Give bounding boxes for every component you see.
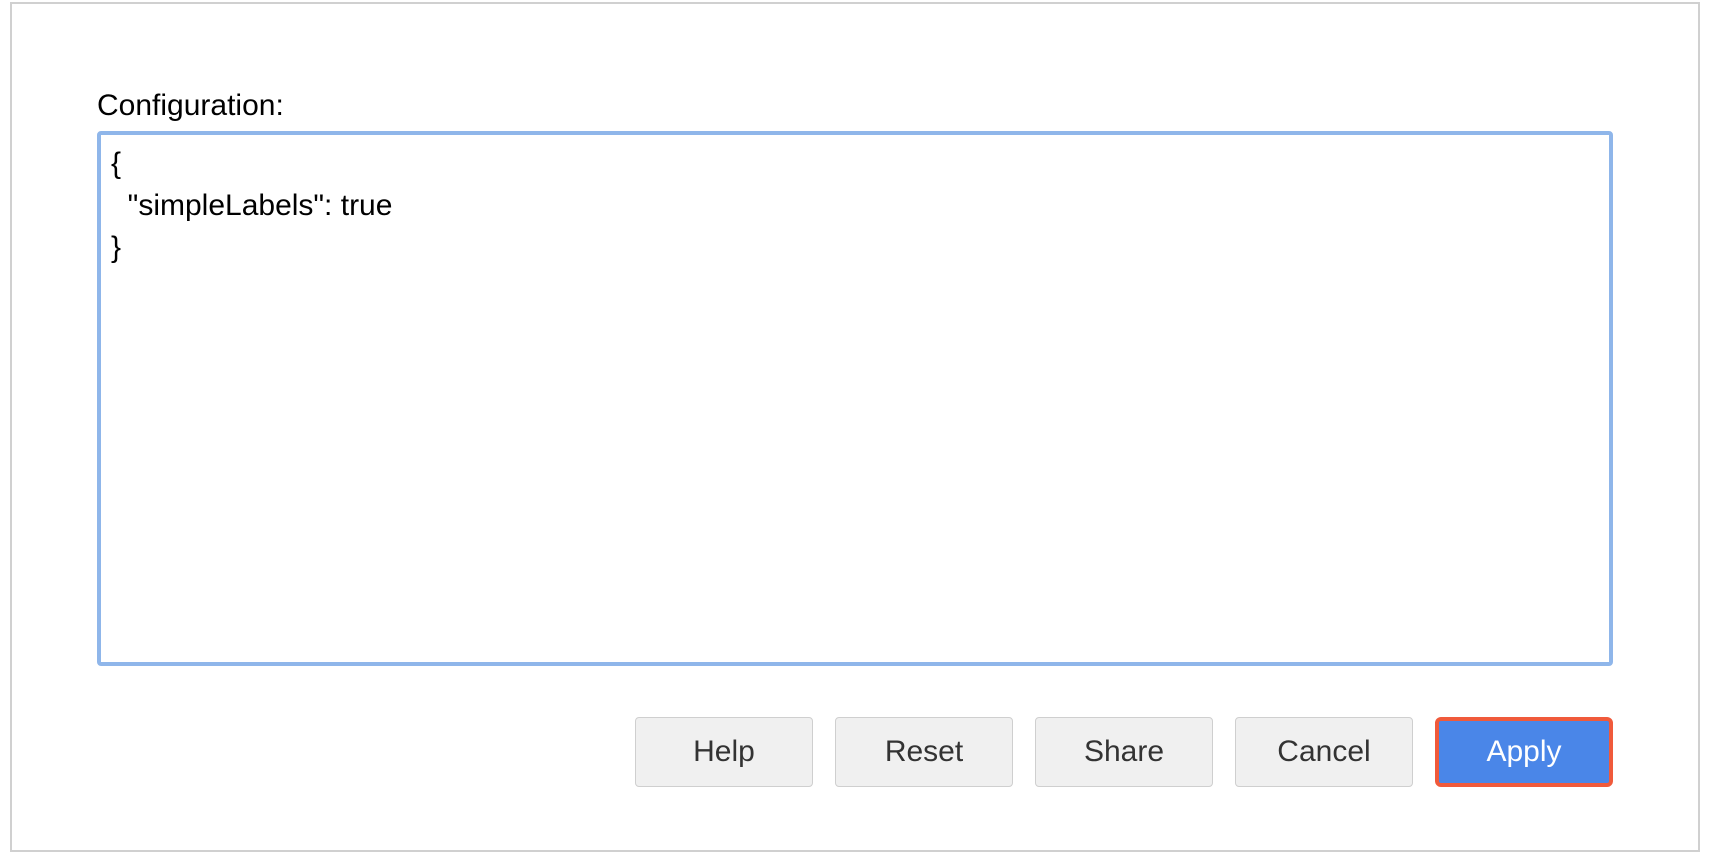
share-button[interactable]: Share (1035, 717, 1213, 787)
configuration-textarea[interactable] (97, 131, 1613, 666)
reset-button[interactable]: Reset (835, 717, 1013, 787)
configuration-label: Configuration: (97, 89, 1613, 123)
help-button[interactable]: Help (635, 717, 813, 787)
apply-button[interactable]: Apply (1435, 717, 1613, 787)
button-row: Help Reset Share Cancel Apply (97, 717, 1613, 787)
cancel-button[interactable]: Cancel (1235, 717, 1413, 787)
config-panel: Configuration: Help Reset Share Cancel A… (10, 2, 1700, 852)
